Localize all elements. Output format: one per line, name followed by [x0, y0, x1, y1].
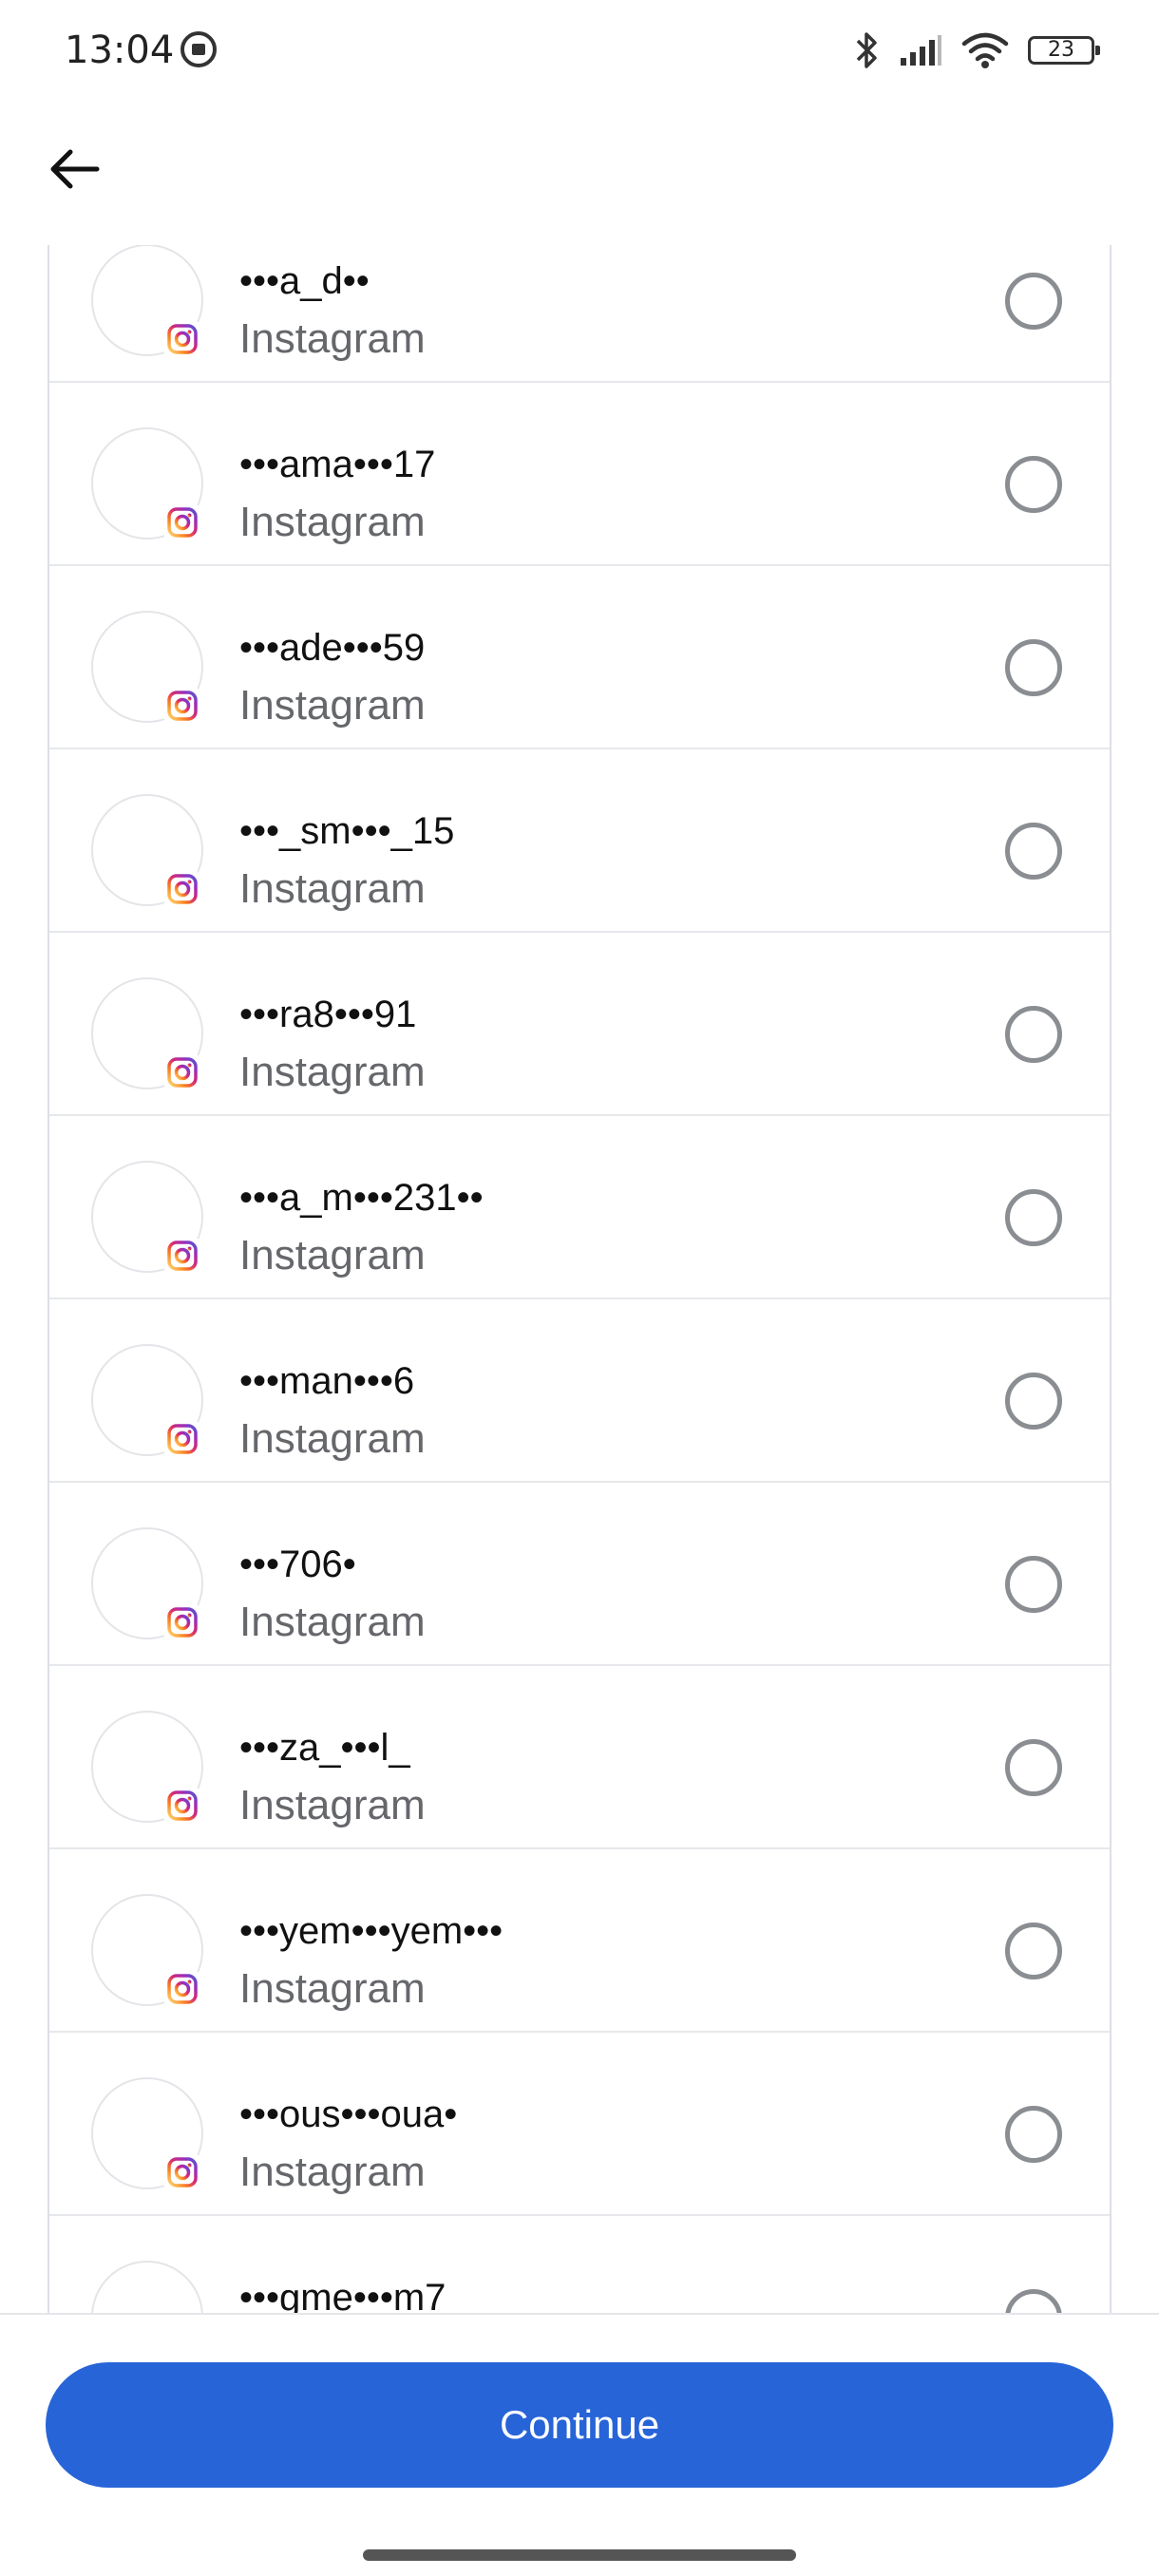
footer: Continue — [0, 2313, 1159, 2576]
account-list-item[interactable]: •••man•••6 Instagram — [49, 1299, 1110, 1483]
instagram-icon — [163, 1970, 201, 2008]
account-platform: Instagram — [239, 1782, 426, 1828]
account-radio-button[interactable] — [1005, 2106, 1062, 2163]
instagram-icon — [163, 1787, 201, 1825]
account-radio-button[interactable] — [1005, 1923, 1062, 1979]
continue-button[interactable]: Continue — [46, 2362, 1113, 2488]
arrow-left-icon — [50, 149, 100, 189]
account-platform: Instagram — [239, 1965, 426, 2012]
account-radio-button[interactable] — [1005, 823, 1062, 880]
account-list-item[interactable]: •••ous•••oua• Instagram — [49, 2033, 1110, 2216]
signal-icon — [901, 35, 941, 66]
avatar — [91, 2261, 203, 2313]
account-radio-button[interactable] — [1005, 1006, 1062, 1063]
account-list-item[interactable]: •••a_m•••231•• Instagram — [49, 1116, 1110, 1299]
instagram-icon — [163, 1420, 201, 1458]
status-icons: 23 — [855, 27, 1100, 74]
account-platform: Instagram — [239, 315, 426, 362]
account-list-item[interactable]: •••yem•••yem••• Instagram — [49, 1849, 1110, 2033]
account-platform: Instagram — [239, 1232, 426, 1279]
instagram-icon — [163, 1603, 201, 1641]
account-radio-button[interactable] — [1005, 2289, 1062, 2313]
account-platform: Instagram — [239, 682, 426, 729]
account-platform: Instagram — [239, 1599, 426, 1645]
bluetooth-icon — [856, 32, 877, 68]
account-list-item[interactable]: •••ama•••17 Instagram — [49, 383, 1110, 566]
account-radio-button[interactable] — [1005, 639, 1062, 696]
account-username: •••yem•••yem••• — [239, 1910, 504, 1952]
instagram-icon — [163, 687, 201, 725]
account-radio-button[interactable] — [1005, 456, 1062, 513]
account-list-item[interactable]: •••ra8•••91 Instagram — [49, 933, 1110, 1116]
instagram-icon — [163, 870, 201, 908]
account-radio-button[interactable] — [1005, 1556, 1062, 1613]
account-radio-button[interactable] — [1005, 1189, 1062, 1246]
account-platform: Instagram — [239, 499, 426, 545]
account-radio-button[interactable] — [1005, 1373, 1062, 1430]
account-list-item[interactable]: •••706• Instagram — [49, 1483, 1110, 1666]
account-platform: Instagram — [239, 1049, 426, 1095]
status-time: 13:04 — [65, 28, 175, 72]
back-button[interactable] — [46, 141, 103, 198]
account-username: •••ade•••59 — [239, 627, 426, 669]
notification-icon — [180, 31, 217, 67]
account-username: •••a_m•••231•• — [239, 1177, 484, 1219]
account-username: •••za_•••l_ — [239, 1727, 410, 1769]
account-list-item[interactable]: •••gme•••m7 Instagram — [49, 2216, 1110, 2313]
instagram-icon — [163, 503, 201, 541]
account-username: •••_sm•••_15 — [239, 810, 455, 852]
instagram-icon — [163, 1053, 201, 1091]
instagram-icon — [163, 2153, 201, 2191]
account-username: •••ous•••oua• — [239, 2093, 458, 2135]
account-list-item[interactable]: •••za_•••l_ Instagram — [49, 1666, 1110, 1849]
account-username: •••ra8•••91 — [239, 994, 417, 1035]
battery-icon: 23 — [1028, 36, 1100, 65]
account-username: •••ama•••17 — [239, 444, 436, 485]
account-platform: Instagram — [239, 2149, 426, 2195]
account-platform: Instagram — [239, 865, 426, 912]
account-list-item[interactable]: •••_sm•••_15 Instagram — [49, 749, 1110, 933]
wifi-icon — [961, 32, 1009, 68]
account-username: •••706• — [239, 1544, 356, 1585]
account-list-content: •••a_d•• Instagram •••ama•••17 Instagram… — [49, 245, 1110, 2313]
home-indicator[interactable] — [363, 2549, 796, 2561]
account-list-item[interactable]: •••a_d•• Instagram — [49, 245, 1110, 383]
account-username: •••gme•••m7 — [239, 2277, 446, 2313]
account-username: •••man•••6 — [239, 1360, 415, 1402]
status-bar: 13:04 23 — [0, 0, 1159, 104]
instagram-icon — [163, 320, 201, 358]
account-list[interactable]: •••a_d•• Instagram •••ama•••17 Instagram… — [48, 245, 1112, 2313]
account-platform: Instagram — [239, 1415, 426, 1462]
account-list-item[interactable]: •••ade•••59 Instagram — [49, 566, 1110, 749]
instagram-icon — [163, 1237, 201, 1275]
account-radio-button[interactable] — [1005, 273, 1062, 330]
account-username: •••a_d•• — [239, 260, 370, 302]
account-radio-button[interactable] — [1005, 1739, 1062, 1796]
